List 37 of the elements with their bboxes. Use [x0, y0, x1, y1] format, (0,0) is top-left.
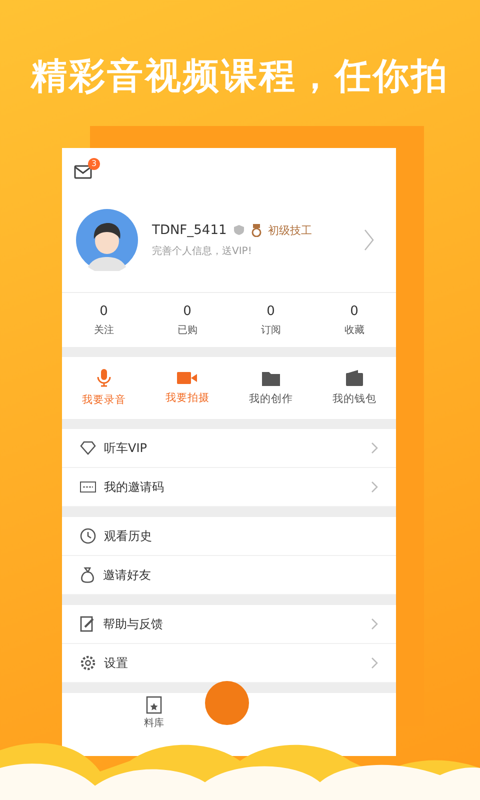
settings-icon [80, 655, 96, 671]
chevron-right-icon [371, 481, 378, 493]
medal-icon [250, 224, 262, 236]
chevron-right-icon [371, 442, 378, 454]
star-book-icon [146, 696, 162, 714]
level-label: 初级技工 [268, 222, 312, 238]
wallet-icon [346, 370, 363, 386]
edit-icon [80, 616, 95, 632]
video-camera-icon [177, 371, 198, 385]
stat-item[interactable]: 0 收藏 [312, 293, 396, 347]
profile-row[interactable]: TDNF_5411 初级技工 完善个人信息，送VIP! [62, 188, 396, 293]
menu-item[interactable]: 听车VIP [62, 429, 396, 468]
menu-item[interactable]: 观看历史 [62, 517, 396, 556]
mail-icon [74, 164, 92, 178]
chevron-right-icon [364, 229, 374, 251]
shield-icon [232, 224, 245, 236]
action-button[interactable]: 我的钱包 [312, 357, 396, 419]
avatar-icon [76, 209, 138, 271]
diamond-icon [80, 441, 96, 455]
profile-hint: 完善个人信息，送VIP! [152, 244, 253, 258]
money-bag-icon [80, 567, 95, 583]
clock-icon [80, 528, 96, 544]
stat-item[interactable]: 0 关注 [62, 293, 146, 347]
stat-item[interactable]: 0 已购 [146, 293, 229, 347]
promo-headline: 精彩音视频课程，任你拍 [29, 55, 450, 96]
play-button[interactable] [205, 681, 249, 725]
username: TDNF_5411 [152, 222, 227, 238]
action-button[interactable]: 我的创作 [229, 357, 312, 419]
menu-item[interactable]: 帮助与反馈 [62, 605, 396, 644]
tab-item[interactable]: 料库 [144, 696, 164, 730]
stat-item[interactable]: 0 订阅 [229, 293, 312, 347]
chevron-right-icon [371, 657, 378, 669]
microphone-icon [96, 369, 112, 387]
unread-badge: 3 [88, 158, 100, 170]
code-card-icon [80, 481, 96, 493]
chevron-right-icon [371, 618, 378, 630]
folder-icon [262, 370, 280, 386]
